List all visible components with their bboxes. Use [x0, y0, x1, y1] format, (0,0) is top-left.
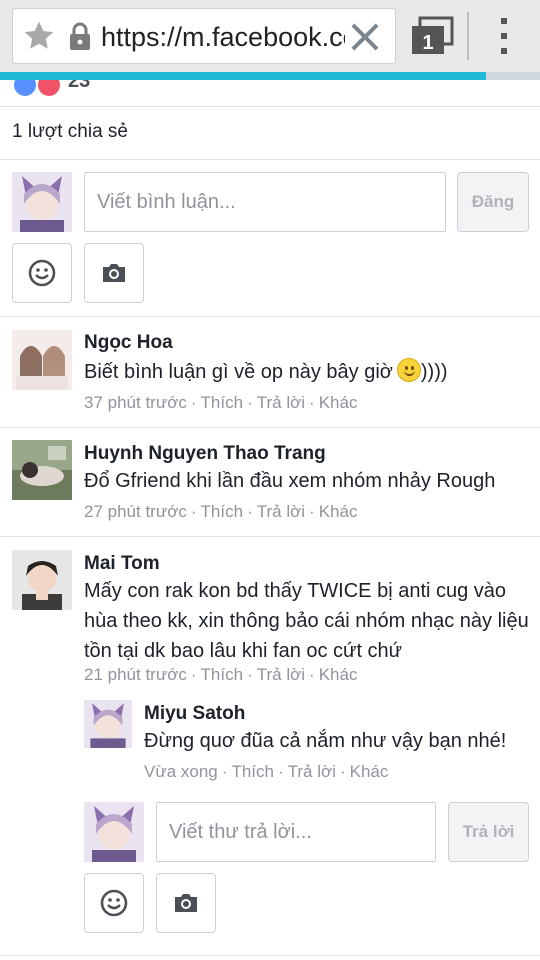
- page-load-progress: [0, 72, 540, 80]
- reply-meta: Vừa xong · Thích · Trả lời · Khác: [144, 762, 389, 781]
- comment-input[interactable]: [85, 173, 445, 231]
- avatar[interactable]: [84, 700, 132, 748]
- comment-text: Biết bình luận gì về op này bây giờ)))): [84, 357, 524, 387]
- photo-button[interactable]: [84, 243, 144, 303]
- comment-author[interactable]: Mai Tom: [84, 553, 160, 575]
- photo-button[interactable]: [156, 873, 216, 933]
- divider: [0, 536, 540, 537]
- share-summary[interactable]: 1 lượt chia sẻ: [0, 107, 540, 160]
- more-link[interactable]: Khác: [350, 762, 389, 781]
- address-bar[interactable]: https://m.facebook.com: [12, 8, 396, 64]
- tab-count: 1: [422, 32, 433, 54]
- comment-text: Đổ Gfriend khi lần đầu xem nhóm nhảy Rou…: [84, 470, 496, 492]
- tabs-icon: 1: [412, 16, 454, 54]
- tabs-button[interactable]: 1: [410, 16, 454, 56]
- emoji-button[interactable]: [12, 243, 72, 303]
- reply-link[interactable]: Trả lời: [257, 393, 305, 412]
- avatar[interactable]: [12, 550, 72, 610]
- love-reaction-icon: [36, 80, 62, 98]
- comment-time[interactable]: 27 phút trước: [84, 502, 187, 521]
- share-count: 1 lượt chia sẻ: [12, 121, 129, 142]
- more-link[interactable]: Khác: [319, 502, 358, 521]
- more-link[interactable]: Khác: [319, 665, 358, 684]
- more-link[interactable]: Khác: [319, 393, 358, 412]
- smiley-icon: [396, 358, 421, 382]
- reaction-count: 23: [68, 80, 91, 92]
- comment-meta: 21 phút trước · Thích · Trả lời · Khác: [84, 665, 358, 684]
- emoji-icon: [100, 889, 128, 917]
- like-link[interactable]: Thích: [231, 762, 274, 781]
- reaction-summary[interactable]: 23: [0, 80, 540, 107]
- post-reply-button[interactable]: Trả lời: [448, 802, 529, 862]
- reply-time[interactable]: Vừa xong: [144, 762, 218, 781]
- avatar[interactable]: [12, 330, 72, 390]
- avatar[interactable]: [12, 440, 72, 500]
- comment-text: Mấy con rak kon bd thấy TWICE bị anti cu…: [84, 580, 529, 662]
- reply-input[interactable]: [157, 803, 435, 861]
- toolbar-divider: [467, 12, 469, 60]
- divider: [0, 955, 540, 956]
- comment-author[interactable]: Ngọc Hoa: [84, 332, 173, 354]
- url-text[interactable]: https://m.facebook.com: [101, 20, 345, 54]
- lock-icon: [70, 22, 90, 50]
- browser-toolbar: https://m.facebook.com 1: [0, 0, 540, 72]
- reply-link[interactable]: Trả lời: [288, 762, 336, 781]
- star-icon[interactable]: [21, 18, 57, 54]
- progress-fill: [0, 72, 486, 80]
- comment-text-suffix: )))): [420, 361, 448, 383]
- like-link[interactable]: Thích: [201, 665, 244, 684]
- comment-time[interactable]: 37 phút trước: [84, 393, 187, 412]
- comment-author[interactable]: Huynh Nguyen Thao Trang: [84, 443, 326, 465]
- close-icon[interactable]: [349, 21, 381, 53]
- menu-icon[interactable]: [492, 14, 516, 58]
- avatar: [84, 802, 144, 862]
- comment-meta: 37 phút trước · Thích · Trả lời · Khác: [84, 393, 358, 412]
- like-link[interactable]: Thích: [201, 393, 244, 412]
- comment-meta: 27 phút trước · Thích · Trả lời · Khác: [84, 502, 358, 521]
- like-reaction-icon: [12, 80, 38, 98]
- reply-author[interactable]: Miyu Satoh: [144, 703, 245, 725]
- comment-text-body: Biết bình luận gì về op này bây giờ: [84, 361, 393, 383]
- avatar: [12, 172, 72, 232]
- camera-icon: [175, 894, 197, 912]
- divider: [0, 427, 540, 428]
- camera-icon: [103, 264, 125, 282]
- reply-link[interactable]: Trả lời: [257, 502, 305, 521]
- divider: [0, 316, 540, 317]
- reply-input-box[interactable]: [156, 802, 436, 862]
- emoji-button[interactable]: [84, 873, 144, 933]
- like-link[interactable]: Thích: [201, 502, 244, 521]
- comment-time[interactable]: 21 phút trước: [84, 665, 187, 684]
- comment-input-box[interactable]: [84, 172, 446, 232]
- emoji-icon: [28, 259, 56, 287]
- post-comment-button[interactable]: Đăng: [457, 172, 529, 232]
- reply-link[interactable]: Trả lời: [257, 665, 305, 684]
- reply-text: Đừng quơ đũa cả nắm như vậy bạn nhé!: [144, 730, 507, 752]
